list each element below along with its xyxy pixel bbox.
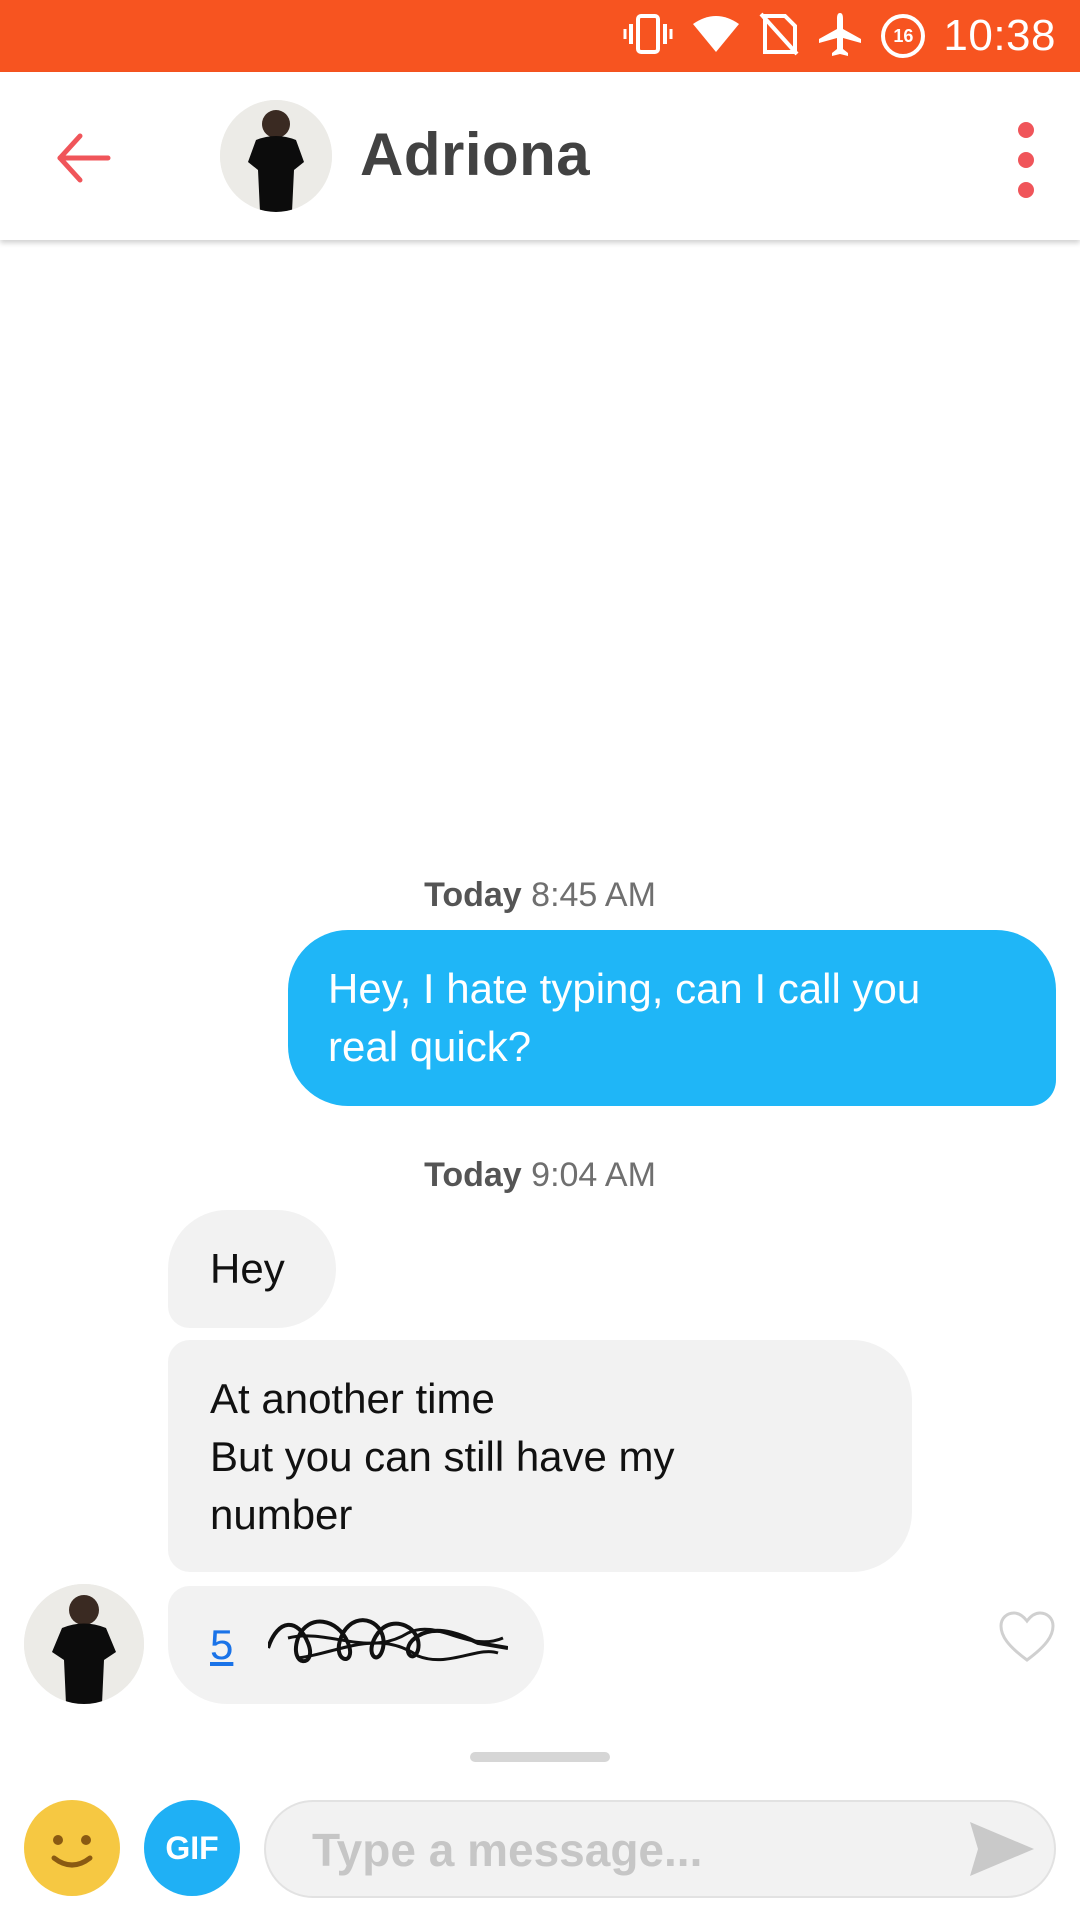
incoming-message[interactable]: At another time But you can still have m… (168, 1340, 912, 1572)
message-line: Hey, I hate typing, can I call you (328, 965, 921, 1012)
message-line: number (210, 1491, 353, 1538)
message-text: Hey (210, 1245, 285, 1292)
battery-saver-icon: 16 (881, 14, 926, 58)
chat-header: Adriona (0, 72, 1080, 240)
timestamp-day: Today (424, 876, 522, 914)
message-input-container[interactable] (264, 1800, 1056, 1898)
phone-number-link[interactable]: 5 (210, 1621, 233, 1668)
timestamp: Today 9:04 AM (0, 1156, 1080, 1195)
more-options-button[interactable] (1006, 120, 1046, 200)
message-line: real quick? (328, 1023, 532, 1070)
like-button[interactable] (998, 1610, 1056, 1664)
timestamp: Today 8:45 AM (0, 876, 1080, 915)
message-input[interactable] (310, 1802, 934, 1898)
drag-handle[interactable] (470, 1752, 610, 1762)
airplane-mode-icon (817, 11, 863, 62)
outgoing-message[interactable]: Hey, I hate typing, can I call you real … (288, 930, 1056, 1106)
emoji-button[interactable] (24, 1800, 120, 1896)
contact-avatar[interactable] (220, 100, 332, 212)
send-icon (970, 1822, 1034, 1876)
no-sim-icon (759, 12, 799, 61)
status-bar: 16 10:38 (0, 0, 1080, 72)
message-line: At another time (210, 1375, 495, 1422)
vibrate-icon (623, 13, 673, 59)
more-vertical-icon (1018, 122, 1034, 198)
send-button[interactable] (968, 1820, 1036, 1878)
wifi-icon (691, 14, 741, 59)
smiley-icon (51, 1835, 93, 1868)
status-time: 10:38 (943, 11, 1056, 60)
timestamp-time: 9:04 AM (531, 1156, 656, 1194)
message-line: But you can still have my (210, 1433, 675, 1480)
arrow-left-icon (57, 133, 111, 183)
incoming-message[interactable]: 5 (168, 1586, 544, 1704)
incoming-message[interactable]: Hey (168, 1210, 336, 1328)
gif-label: GIF (165, 1829, 219, 1866)
battery-level: 16 (893, 25, 914, 46)
contact-name[interactable]: Adriona (360, 120, 590, 189)
sender-avatar[interactable] (24, 1584, 144, 1704)
timestamp-day: Today (424, 1156, 522, 1194)
status-icons: 16 10:38 (605, 0, 1080, 72)
gif-button[interactable]: GIF (144, 1800, 240, 1896)
redaction-scribble (268, 1618, 508, 1664)
back-button[interactable] (48, 122, 120, 194)
timestamp-time: 8:45 AM (531, 876, 656, 914)
heart-icon (999, 1611, 1055, 1662)
